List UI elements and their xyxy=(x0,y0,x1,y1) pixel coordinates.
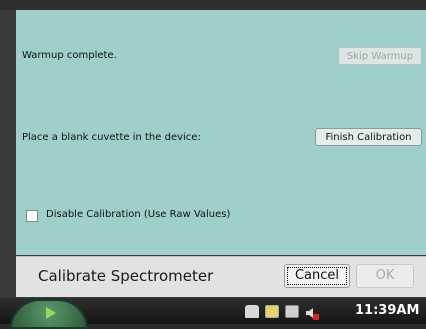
clock: 11:39AM xyxy=(355,303,420,318)
keyboard-icon[interactable] xyxy=(285,305,299,318)
calendar-icon[interactable] xyxy=(265,305,279,318)
play-icon xyxy=(46,307,56,319)
volume-muted-icon[interactable] xyxy=(305,305,319,320)
dialog-content: Warmup complete. Skip Warmup Place a bla… xyxy=(16,10,426,255)
start-button[interactable] xyxy=(10,299,88,329)
taskbar: 11:39AM xyxy=(0,298,426,329)
blank-cuvette-text: Place a blank cuvette in the device: xyxy=(22,132,201,143)
cancel-button[interactable]: Cancel xyxy=(284,264,350,288)
ok-button[interactable]: OK xyxy=(356,264,414,288)
disable-calibration-checkbox[interactable] xyxy=(26,210,38,222)
dialog-title: Calibrate Spectrometer xyxy=(38,267,214,285)
screen: Warmup complete. Skip Warmup Place a bla… xyxy=(0,0,426,329)
warmup-status-text: Warmup complete. xyxy=(22,50,117,61)
finish-calibration-button[interactable]: Finish Calibration xyxy=(315,128,422,146)
dialog-footer: Calibrate Spectrometer Cancel OK xyxy=(16,256,426,297)
top-bar xyxy=(0,0,426,10)
disable-calibration-label: Disable Calibration (Use Raw Values) xyxy=(46,209,231,220)
home-icon[interactable] xyxy=(245,305,259,318)
skip-warmup-button[interactable]: Skip Warmup xyxy=(338,47,422,65)
